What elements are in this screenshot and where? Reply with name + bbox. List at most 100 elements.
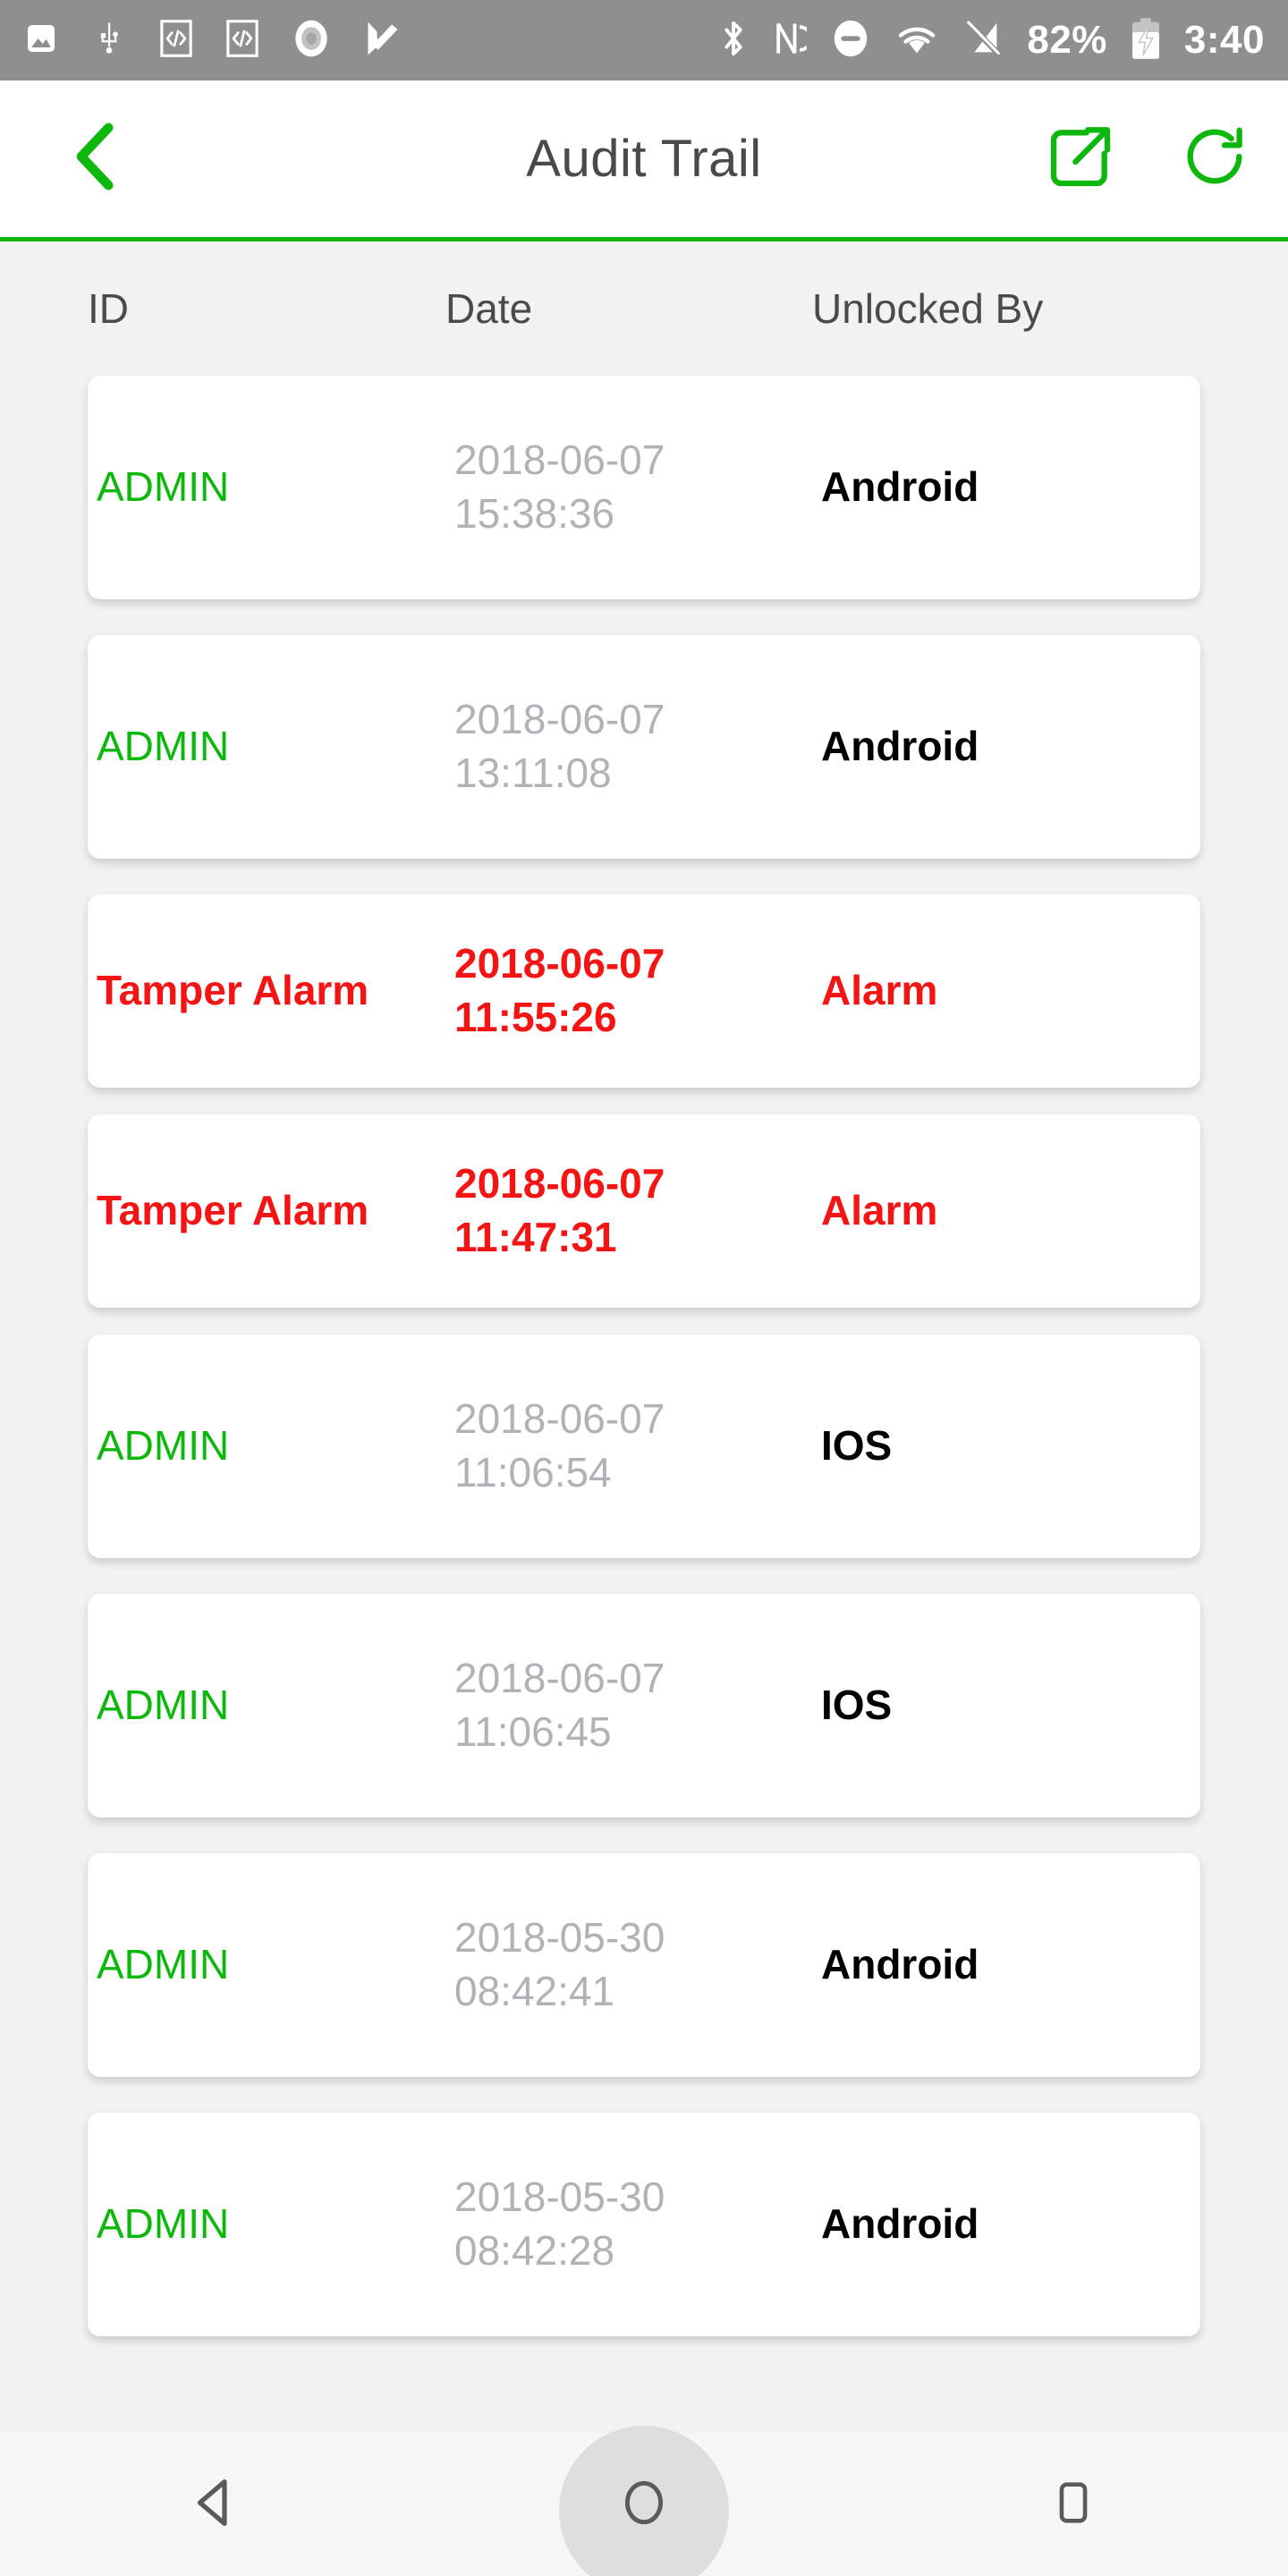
column-header-unlocked-by: Unlocked By: [812, 285, 1044, 332]
table-column-headers: ID Date Unlocked By: [0, 242, 1288, 376]
phone-screen: 82% 3:40 Audit Trail ID Date Unlocked By…: [0, 0, 1288, 2576]
cell-unlocked-by: Android: [821, 464, 1200, 511]
cell-id: ADMIN: [97, 1423, 454, 1470]
cell-unlocked-by: Alarm: [821, 968, 1200, 1014]
table-row[interactable]: ADMIN 2018-06-07 15:38:36 Android: [88, 376, 1200, 599]
image-icon: [23, 21, 59, 61]
table-row[interactable]: ADMIN 2018-05-30 08:42:28 Android: [88, 2113, 1200, 2336]
row-id-label: Tamper Alarm: [97, 967, 369, 1014]
cell-unlocked-by: Alarm: [821, 1188, 1200, 1234]
nfc-icon: [773, 19, 814, 63]
audit-trail-list[interactable]: ADMIN 2018-06-07 15:38:36 Android ADMIN 2018-…: [0, 376, 1288, 2336]
row-id-label: ADMIN: [97, 1941, 230, 1988]
circle-home-icon: [616, 2475, 672, 2535]
row-date-label: 2018-06-07: [454, 696, 665, 743]
row-time-label: 11:06:54: [454, 1449, 612, 1496]
cell-date: 2018-06-07 11:06:45: [454, 1652, 821, 1759]
row-date-label: 2018-06-07: [454, 1395, 665, 1443]
status-bar: 82% 3:40: [0, 0, 1288, 80]
record-icon: [292, 18, 331, 64]
cell-date: 2018-05-30 08:42:41: [454, 1911, 821, 2019]
cell-date: 2018-06-07 13:11:08: [454, 693, 821, 801]
row-unlocked-by-label: IOS: [821, 1422, 893, 1470]
cell-id: ADMIN: [97, 464, 454, 511]
cell-date: 2018-06-07 11:06:54: [454, 1393, 821, 1500]
code-alt-icon: [225, 19, 259, 63]
row-unlocked-by-label: IOS: [821, 1682, 893, 1729]
cell-id: ADMIN: [97, 1682, 454, 1729]
row-time-label: 08:42:41: [454, 1968, 615, 2014]
usb-icon: [91, 21, 127, 61]
checkmark-flag-icon: [363, 19, 402, 63]
cell-unlocked-by: IOS: [821, 1682, 1200, 1729]
cell-id: ADMIN: [97, 1942, 454, 1988]
cell-id: ADMIN: [97, 2201, 454, 2248]
row-time-label: 11:55:26: [454, 994, 617, 1040]
table-row[interactable]: ADMIN 2018-05-30 08:42:41 Android: [88, 1853, 1200, 2077]
row-time-label: 08:42:28: [454, 2227, 615, 2274]
cell-date: 2018-05-30 08:42:28: [454, 2171, 821, 2278]
row-unlocked-by-label: Android: [821, 463, 979, 511]
row-unlocked-by-label: Android: [821, 2200, 979, 2248]
app-bar: Audit Trail: [0, 80, 1288, 242]
row-id-label: ADMIN: [97, 723, 230, 770]
refresh-icon: [1179, 121, 1250, 197]
bluetooth-icon: [717, 18, 750, 64]
nav-recents-button[interactable]: [988, 2433, 1158, 2576]
row-unlocked-by-label: Android: [821, 723, 979, 770]
nav-back-button[interactable]: [130, 2433, 300, 2576]
battery-percent-label: 82%: [1027, 18, 1107, 62]
cell-unlocked-by: Android: [821, 724, 1200, 770]
cellular-off-icon: [962, 18, 1004, 64]
cell-id: Tamper Alarm: [97, 1188, 454, 1234]
table-row[interactable]: ADMIN 2018-06-07 11:06:54 IOS: [88, 1335, 1200, 1558]
row-date-label: 2018-06-07: [454, 1160, 665, 1208]
column-header-date: Date: [445, 285, 533, 332]
battery-charging-icon: [1131, 17, 1161, 64]
row-id-label: ADMIN: [97, 463, 230, 511]
cell-id: ADMIN: [97, 724, 454, 770]
cell-unlocked-by: Android: [821, 2201, 1200, 2248]
nav-home-button[interactable]: [559, 2426, 729, 2576]
row-date-label: 2018-05-30: [454, 1914, 665, 1962]
do-not-disturb-icon: [830, 18, 871, 64]
row-unlocked-by-label: Alarm: [821, 1187, 938, 1234]
row-id-label: ADMIN: [97, 1422, 230, 1470]
row-date-label: 2018-06-07: [454, 436, 665, 484]
table-row[interactable]: Tamper Alarm 2018-06-07 11:47:31 Alarm: [88, 1114, 1200, 1308]
status-bar-left-icons: [23, 18, 402, 64]
row-time-label: 11:06:45: [454, 1708, 612, 1755]
triangle-back-icon: [185, 2473, 244, 2537]
cell-id: Tamper Alarm: [97, 968, 454, 1014]
row-id-label: ADMIN: [97, 1682, 230, 1729]
row-unlocked-by-label: Android: [821, 1941, 979, 1988]
table-row[interactable]: ADMIN 2018-06-07 11:06:45 IOS: [88, 1594, 1200, 1818]
row-date-label: 2018-06-07: [454, 1655, 665, 1702]
row-unlocked-by-label: Alarm: [821, 967, 938, 1014]
share-export-icon: [1045, 121, 1116, 197]
row-id-label: ADMIN: [97, 2200, 230, 2248]
row-time-label: 15:38:36: [454, 490, 615, 537]
code-icon: [159, 19, 193, 63]
column-header-id: ID: [88, 285, 129, 332]
clock-label: 3:40: [1183, 18, 1265, 62]
android-navigation-bar: [0, 2426, 1288, 2576]
app-bar-actions: [1038, 116, 1258, 202]
table-row[interactable]: ADMIN 2018-06-07 13:11:08 Android: [88, 635, 1200, 859]
share-button[interactable]: [1038, 116, 1123, 202]
status-bar-right-icons: 82% 3:40: [717, 17, 1265, 64]
row-time-label: 13:11:08: [454, 750, 612, 796]
row-date-label: 2018-06-07: [454, 940, 665, 987]
cell-date: 2018-06-07 15:38:36: [454, 434, 821, 541]
cell-unlocked-by: Android: [821, 1942, 1200, 1988]
row-time-label: 11:47:31: [454, 1214, 617, 1260]
table-row[interactable]: Tamper Alarm 2018-06-07 11:55:26 Alarm: [88, 894, 1200, 1088]
row-date-label: 2018-05-30: [454, 2174, 665, 2221]
row-id-label: Tamper Alarm: [97, 1187, 369, 1234]
refresh-button[interactable]: [1172, 116, 1258, 202]
cell-date: 2018-06-07 11:47:31: [454, 1157, 821, 1265]
square-recents-icon: [1047, 2477, 1099, 2533]
cell-date: 2018-06-07 11:55:26: [454, 937, 821, 1045]
cell-unlocked-by: IOS: [821, 1423, 1200, 1470]
wifi-icon: [894, 21, 939, 61]
